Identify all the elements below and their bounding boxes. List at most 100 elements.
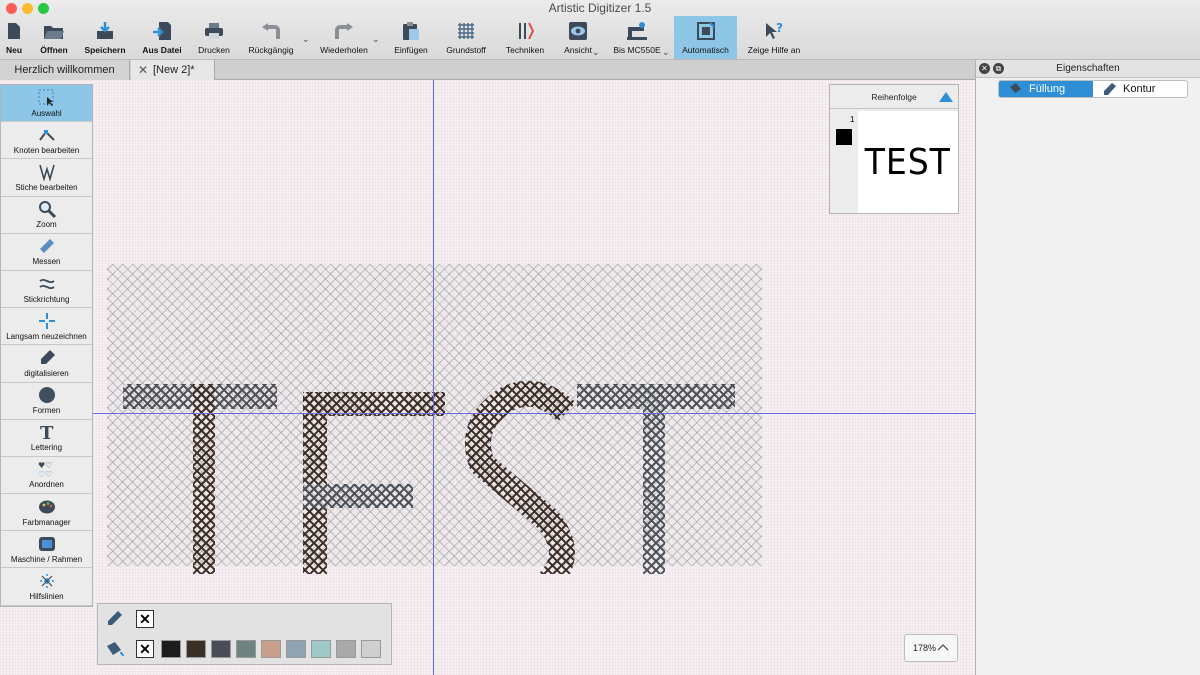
tool-lettering-label: Lettering	[30, 443, 63, 453]
show-help-button[interactable]: ? Zeige Hilfe an	[746, 16, 802, 59]
outline-pen-tab-icon	[1101, 82, 1117, 96]
automatic-button[interactable]: Automatisch	[674, 16, 737, 59]
view-dropdown-chevron-icon[interactable]: ⌄	[592, 47, 600, 58]
automatic-icon	[695, 20, 717, 42]
import-file-button[interactable]: Aus Datei	[140, 16, 184, 59]
horizontal-guide-line[interactable]	[0, 413, 975, 414]
sewing-machine-icon	[626, 20, 648, 42]
sequence-thumbnail-text: TEST	[864, 141, 952, 183]
outline-none-swatch[interactable]: ✕	[136, 610, 154, 628]
open-button[interactable]: Öffnen	[36, 16, 72, 59]
sequence-panel: Reihenfolge 1 TEST	[829, 84, 959, 214]
tool-arrange[interactable]: ♥♡ ♡♡ Anordnen	[1, 457, 92, 495]
tool-panel: Auswahl Knoten bearbeiten Stiche bearbei…	[0, 84, 93, 607]
outline-tab[interactable]: Kontur	[1093, 81, 1187, 97]
sequence-thumbnail[interactable]: TEST	[858, 111, 958, 213]
thread-swatch[interactable]	[261, 640, 281, 658]
fill-tab[interactable]: Füllung	[999, 81, 1093, 97]
tool-measure[interactable]: Messen	[1, 234, 92, 271]
tool-edit-nodes[interactable]: Knoten bearbeiten	[1, 122, 92, 160]
arrange-hearts-icon: ♥♡ ♡♡	[38, 460, 56, 478]
base-fabric-button[interactable]: Grundstoff	[444, 16, 488, 59]
tool-stitch-direction[interactable]: Stickrichtung	[1, 271, 92, 309]
tool-shapes[interactable]: Formen	[1, 383, 92, 420]
tool-select[interactable]: Auswahl	[1, 85, 92, 123]
undo-dropdown-chevron-icon[interactable]: ⌄	[302, 34, 310, 45]
zoom-control[interactable]: 178%	[904, 634, 958, 662]
new-button[interactable]: Neu	[2, 16, 26, 59]
new-label: Neu	[5, 45, 23, 55]
thread-swatch[interactable]	[161, 640, 181, 658]
tool-slow-redraw[interactable]: Langsam neuzeichnen	[1, 308, 92, 346]
open-folder-icon	[43, 20, 65, 42]
tab-welcome[interactable]: Herzlich willkommen	[0, 60, 130, 80]
tool-machine-frame[interactable]: Maschine / Rahmen	[1, 531, 92, 569]
tab-welcome-label: Herzlich willkommen	[14, 64, 115, 76]
view-eye-icon	[567, 20, 589, 42]
thread-swatch[interactable]	[236, 640, 256, 658]
stitched-letters-test	[123, 380, 735, 574]
redo-dropdown-chevron-icon[interactable]: ⌄	[372, 34, 380, 45]
needle-scissors-icon	[514, 20, 536, 42]
tool-select-label: Auswahl	[31, 108, 62, 118]
tool-color-manager[interactable]: Farbmanager	[1, 494, 92, 532]
tool-edit-stitches-label: Stiche bearbeiten	[15, 182, 78, 192]
collapse-triangle-icon[interactable]	[939, 92, 953, 102]
thread-swatch[interactable]	[186, 640, 206, 658]
paste-button[interactable]: Einfügen	[392, 16, 430, 59]
fill-outline-toggle: Füllung Kontur	[998, 80, 1188, 98]
document-tabs: Herzlich willkommen ✕ [New 2]*	[0, 60, 975, 80]
thread-swatch[interactable]	[211, 640, 231, 658]
thread-swatch[interactable]	[286, 640, 306, 658]
print-button[interactable]: Drucken	[196, 16, 232, 59]
save-icon	[94, 20, 116, 42]
hoop-frame-icon	[38, 535, 56, 553]
zoom-chevron-up-icon[interactable]	[937, 641, 949, 655]
undo-button[interactable]: Rückgängig	[246, 16, 296, 59]
node-edit-icon	[38, 126, 56, 144]
shape-circle-icon	[38, 386, 56, 404]
machine-button[interactable]: Bis MC550E	[612, 16, 662, 59]
tool-edit-stitches[interactable]: Stiche bearbeiten	[1, 159, 92, 197]
window-title: Artistic Digitizer 1.5	[548, 1, 652, 15]
slow-redraw-sparkle-icon	[38, 312, 56, 330]
vertical-guide-line[interactable]	[433, 80, 434, 675]
properties-title: Eigenschaften	[1056, 63, 1120, 74]
svg-text:T: T	[40, 423, 54, 441]
thread-swatch[interactable]	[336, 640, 356, 658]
fill-bucket-tab-icon	[1007, 82, 1023, 96]
outline-pen-icon	[105, 610, 123, 633]
tool-zoom[interactable]: Zoom	[1, 197, 92, 234]
save-button[interactable]: Speichern	[82, 16, 128, 59]
tool-measure-label: Messen	[32, 257, 61, 267]
tool-stitch-direction-label: Stickrichtung	[23, 294, 70, 304]
fill-tab-label: Füllung	[1029, 83, 1066, 95]
techniques-button[interactable]: Techniken	[504, 16, 546, 59]
print-label: Drucken	[198, 45, 230, 55]
select-marquee-icon	[38, 89, 56, 107]
paste-label: Einfügen	[394, 45, 428, 55]
sequence-color-swatch[interactable]	[836, 129, 852, 145]
tool-lettering[interactable]: T Lettering	[1, 420, 92, 457]
close-tab-icon[interactable]: ✕	[138, 63, 148, 77]
redo-button[interactable]: Wiederholen	[318, 16, 370, 59]
detach-panel-icon[interactable]: ⧉	[993, 63, 1004, 74]
tool-shapes-label: Formen	[32, 406, 61, 416]
tool-edit-nodes-label: Knoten bearbeiten	[13, 145, 80, 155]
fill-none-swatch[interactable]: ✕	[136, 640, 154, 658]
save-label: Speichern	[84, 45, 126, 55]
lettering-t-icon: T	[38, 423, 56, 441]
thread-swatch[interactable]	[311, 640, 331, 658]
tab-new-2[interactable]: ✕ [New 2]*	[131, 60, 215, 80]
svg-text:♡♡: ♡♡	[38, 470, 52, 478]
fabric-grid-icon	[455, 20, 477, 42]
machine-dropdown-chevron-icon[interactable]: ⌄	[662, 47, 670, 58]
thread-swatch[interactable]	[361, 640, 381, 658]
fill-bucket-icon	[103, 640, 125, 663]
view-button[interactable]: Ansicht	[560, 16, 596, 59]
tool-color-manager-label: Farbmanager	[22, 517, 71, 527]
zoom-magnifier-icon	[38, 200, 56, 219]
close-panel-icon[interactable]: ✕	[979, 63, 990, 74]
tool-digitize[interactable]: digitalisieren	[1, 345, 92, 383]
tool-guides[interactable]: Hilfslinien	[1, 568, 92, 606]
